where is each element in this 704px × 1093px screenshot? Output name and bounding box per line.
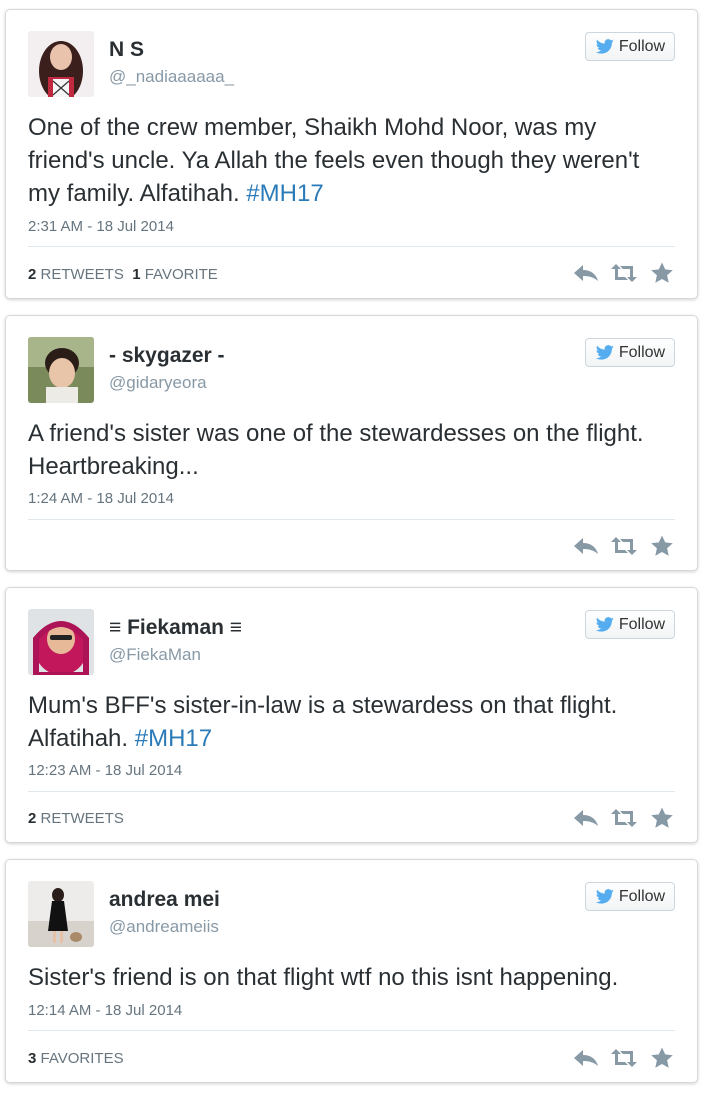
follow-button[interactable]: Follow [585,32,675,61]
display-name[interactable]: ≡ Fiekaman ≡ [109,616,242,640]
tweet-timestamp[interactable]: 1:24 AM - 18 Jul 2014 [28,490,174,507]
favorite-star-icon[interactable] [649,807,675,829]
follow-label: Follow [618,887,666,905]
retweet-stat[interactable]: 2 RETWEETS [28,266,124,283]
hashtag-link[interactable]: #MH17 [246,180,323,207]
tweet-card: N S @_nadiaaaaaa_ Follow One of the crew… [5,9,698,299]
retweet-stat-label: RETWEETS [40,266,124,283]
favorite-count: 3 [28,1050,37,1067]
twitter-bird-icon [595,616,614,632]
retweet-icon[interactable] [611,807,637,829]
user-handle[interactable]: @andreameiis [109,917,219,937]
retweet-count: 2 [28,810,37,827]
tweet-text: One of the crew member, Shaikh Mohd Noor… [28,111,675,210]
divider [28,246,675,247]
favorite-stat-label: FAVORITE [144,266,218,283]
avatar[interactable] [28,337,94,403]
twitter-bird-icon [595,38,614,54]
tweet-card: andrea mei @andreameiis Follow Sister's … [5,859,698,1083]
follow-label: Follow [618,343,666,361]
display-name[interactable]: - skygazer - [109,344,225,368]
tweet-card: - skygazer - @gidaryeora Follow A friend… [5,315,698,571]
user-handle[interactable]: @FiekaMan [109,645,201,665]
tweet-actions [573,535,675,557]
tweet-text-body: A friend's sister was one of the steward… [28,420,644,480]
tweet-timestamp[interactable]: 2:31 AM - 18 Jul 2014 [28,218,174,235]
retweet-icon[interactable] [611,262,637,284]
retweet-icon[interactable] [611,1047,637,1069]
tweet-actions [573,807,675,829]
tweet-text: A friend's sister was one of the steward… [28,417,675,483]
reply-icon[interactable] [573,262,599,284]
favorite-star-icon[interactable] [649,535,675,557]
tweet-actions [573,1047,675,1069]
favorite-stat-label: FAVORITES [40,1050,124,1067]
tweet-stats: 2 RETWEETS 1 FAVORITE [28,266,218,283]
tweet-stats: 2 RETWEETS [28,810,124,827]
favorite-star-icon[interactable] [649,262,675,284]
favorite-stat[interactable]: 1 FAVORITE [132,266,218,283]
tweet-card: ≡ Fiekaman ≡ @FiekaMan Follow Mum's BFF'… [5,587,698,843]
hashtag-link[interactable]: #MH17 [135,725,212,752]
retweet-stat[interactable]: 2 RETWEETS [28,810,124,827]
follow-label: Follow [618,615,666,633]
display-name[interactable]: N S [109,38,144,62]
retweet-count: 2 [28,266,37,283]
tweet-text-body: One of the crew member, Shaikh Mohd Noor… [28,114,640,207]
follow-button[interactable]: Follow [585,610,675,639]
tweet-timestamp[interactable]: 12:23 AM - 18 Jul 2014 [28,762,182,779]
divider [28,1030,675,1031]
divider [28,791,675,792]
user-handle[interactable]: @gidaryeora [109,373,207,393]
follow-button[interactable]: Follow [585,882,675,911]
tweet-timestamp[interactable]: 12:14 AM - 18 Jul 2014 [28,1002,182,1019]
avatar[interactable] [28,881,94,947]
tweet-text: Mum's BFF's sister-in-law is a stewardes… [28,689,675,755]
twitter-bird-icon [595,888,614,904]
follow-button[interactable]: Follow [585,338,675,367]
favorite-stat[interactable]: 3 FAVORITES [28,1050,124,1067]
tweet-text-body: Mum's BFF's sister-in-law is a stewardes… [28,692,618,752]
tweet-text-body: Sister's friend is on that flight wtf no… [28,964,619,991]
display-name[interactable]: andrea mei [109,888,220,912]
reply-icon[interactable] [573,807,599,829]
avatar[interactable] [28,31,94,97]
avatar[interactable] [28,609,94,675]
twitter-bird-icon [595,344,614,360]
favorite-star-icon[interactable] [649,1047,675,1069]
favorite-count: 1 [132,266,141,283]
retweet-icon[interactable] [611,535,637,557]
tweet-text: Sister's friend is on that flight wtf no… [28,961,675,994]
retweet-stat-label: RETWEETS [40,810,124,827]
tweet-actions [573,262,675,284]
divider [28,519,675,520]
user-handle[interactable]: @_nadiaaaaaa_ [109,67,234,87]
follow-label: Follow [618,37,666,55]
tweet-stats: 3 FAVORITES [28,1050,124,1067]
reply-icon[interactable] [573,535,599,557]
reply-icon[interactable] [573,1047,599,1069]
